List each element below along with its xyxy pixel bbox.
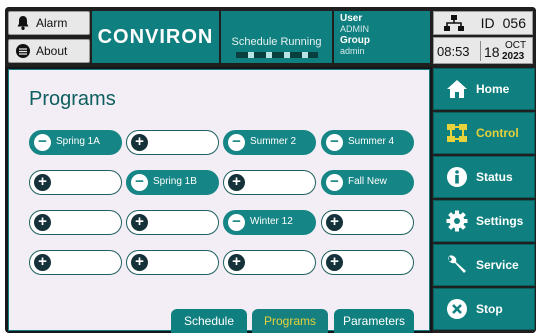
- program-slot[interactable]: +: [29, 250, 122, 275]
- stop-icon: [447, 299, 467, 319]
- tab-programs[interactable]: Programs: [252, 309, 328, 333]
- minus-icon[interactable]: −: [34, 134, 51, 151]
- plus-icon[interactable]: +: [131, 214, 148, 231]
- conviron-logo: CONVIRON: [92, 11, 219, 63]
- day-display: 18: [484, 44, 500, 60]
- control-icon: [447, 124, 467, 142]
- program-slot[interactable]: +: [29, 170, 122, 195]
- program-name: Summer 2: [250, 136, 297, 147]
- bell-icon: [17, 16, 29, 30]
- user-label: User: [340, 13, 363, 24]
- nav-settings-label: Settings: [476, 214, 524, 228]
- about-label: About: [36, 44, 68, 58]
- group-value: admin: [340, 46, 365, 56]
- nav-service-label: Service: [476, 258, 519, 272]
- plus-icon[interactable]: +: [228, 174, 245, 191]
- program-slot[interactable]: +: [126, 130, 219, 155]
- minus-icon[interactable]: −: [326, 134, 343, 151]
- program-slot[interactable]: − Fall New: [321, 170, 414, 195]
- program-slot[interactable]: − Spring 1B: [126, 170, 219, 195]
- program-name: Winter 12: [250, 216, 293, 227]
- plus-icon[interactable]: +: [34, 174, 51, 191]
- nav-home-label: Home: [476, 82, 510, 96]
- tab-parameters-label: Parameters: [342, 314, 406, 328]
- program-slot[interactable]: − Spring 1A: [29, 130, 122, 155]
- nav-status-label: Status: [476, 170, 513, 184]
- minus-icon[interactable]: −: [228, 214, 245, 231]
- brand-text: CONVIRON: [97, 25, 214, 48]
- nav-stop-label: Stop: [476, 302, 503, 316]
- plus-icon[interactable]: +: [228, 254, 245, 271]
- programs-panel: Programs − Spring 1A + − Summer 2− Summer 4 + −…: [8, 69, 430, 333]
- nav-stop[interactable]: Stop: [433, 288, 535, 330]
- schedule-progress-bar: [236, 52, 318, 58]
- side-nav: Home Control Status Settings Service Sto…: [432, 67, 536, 333]
- about-button[interactable]: About: [8, 39, 90, 63]
- program-slot[interactable]: +: [126, 210, 219, 235]
- plus-icon[interactable]: +: [34, 254, 51, 271]
- plus-icon[interactable]: +: [131, 134, 148, 151]
- about-icon: [16, 44, 30, 58]
- plus-icon[interactable]: +: [34, 214, 51, 231]
- plus-icon[interactable]: +: [131, 254, 148, 271]
- user-panel: User ADMIN Group admin: [334, 11, 430, 63]
- tab-parameters[interactable]: Parameters: [334, 309, 414, 333]
- program-name: Summer 4: [348, 136, 395, 147]
- nav-control[interactable]: Control: [433, 112, 535, 154]
- id-value: 056: [502, 15, 526, 31]
- id-label: ID: [480, 15, 495, 31]
- program-slot[interactable]: +: [223, 170, 316, 195]
- program-name: Spring 1A: [56, 136, 100, 147]
- user-value: ADMIN: [340, 24, 369, 34]
- program-slot[interactable]: +: [126, 250, 219, 275]
- tab-programs-label: Programs: [263, 314, 316, 328]
- minus-icon[interactable]: −: [131, 174, 148, 191]
- program-slot[interactable]: +: [321, 250, 414, 275]
- tab-schedule[interactable]: Schedule: [171, 309, 247, 333]
- program-slot[interactable]: − Summer 4: [321, 130, 414, 155]
- month-display: OCT: [505, 40, 527, 51]
- id-panel: ID 056: [433, 11, 533, 35]
- info-icon: [447, 167, 467, 187]
- nav-service[interactable]: Service: [433, 244, 535, 286]
- program-name: Spring 1B: [153, 176, 197, 187]
- group-label: Group: [340, 35, 370, 46]
- conviron-screen: Alarm About CONVIRON Schedule Running Us…: [5, 7, 536, 333]
- year-display: 2023: [502, 51, 525, 62]
- alarm-label: Alarm: [36, 16, 68, 30]
- header-bar: Alarm About CONVIRON Schedule Running Us…: [5, 7, 536, 67]
- home-icon: [447, 80, 467, 98]
- network-icon: [444, 15, 464, 31]
- nav-settings[interactable]: Settings: [433, 200, 535, 242]
- program-slot[interactable]: +: [223, 250, 316, 275]
- page-title: Programs: [29, 88, 116, 110]
- time-divider: [480, 41, 481, 61]
- time-display: 08:53: [437, 44, 470, 59]
- program-name: Fall New: [348, 176, 387, 187]
- program-slot[interactable]: − Winter 12: [223, 210, 316, 235]
- program-slot[interactable]: − Summer 2: [223, 130, 316, 155]
- tab-schedule-label: Schedule: [183, 314, 235, 328]
- nav-control-label: Control: [476, 126, 519, 140]
- plus-icon[interactable]: +: [326, 254, 343, 271]
- minus-icon[interactable]: −: [326, 174, 343, 191]
- alarm-button[interactable]: Alarm: [8, 11, 90, 35]
- nav-home[interactable]: Home: [433, 68, 535, 110]
- nav-status[interactable]: Status: [433, 156, 535, 198]
- gear-icon: [446, 210, 468, 232]
- schedule-status: Schedule Running: [231, 36, 322, 48]
- program-slot[interactable]: +: [321, 210, 414, 235]
- wrench-icon: [448, 255, 466, 273]
- plus-icon[interactable]: +: [326, 214, 343, 231]
- minus-icon[interactable]: −: [228, 134, 245, 151]
- program-slot[interactable]: +: [29, 210, 122, 235]
- schedule-status-panel: Schedule Running: [221, 11, 332, 63]
- date-time-panel: 08:53 18 OCT 2023: [433, 37, 533, 64]
